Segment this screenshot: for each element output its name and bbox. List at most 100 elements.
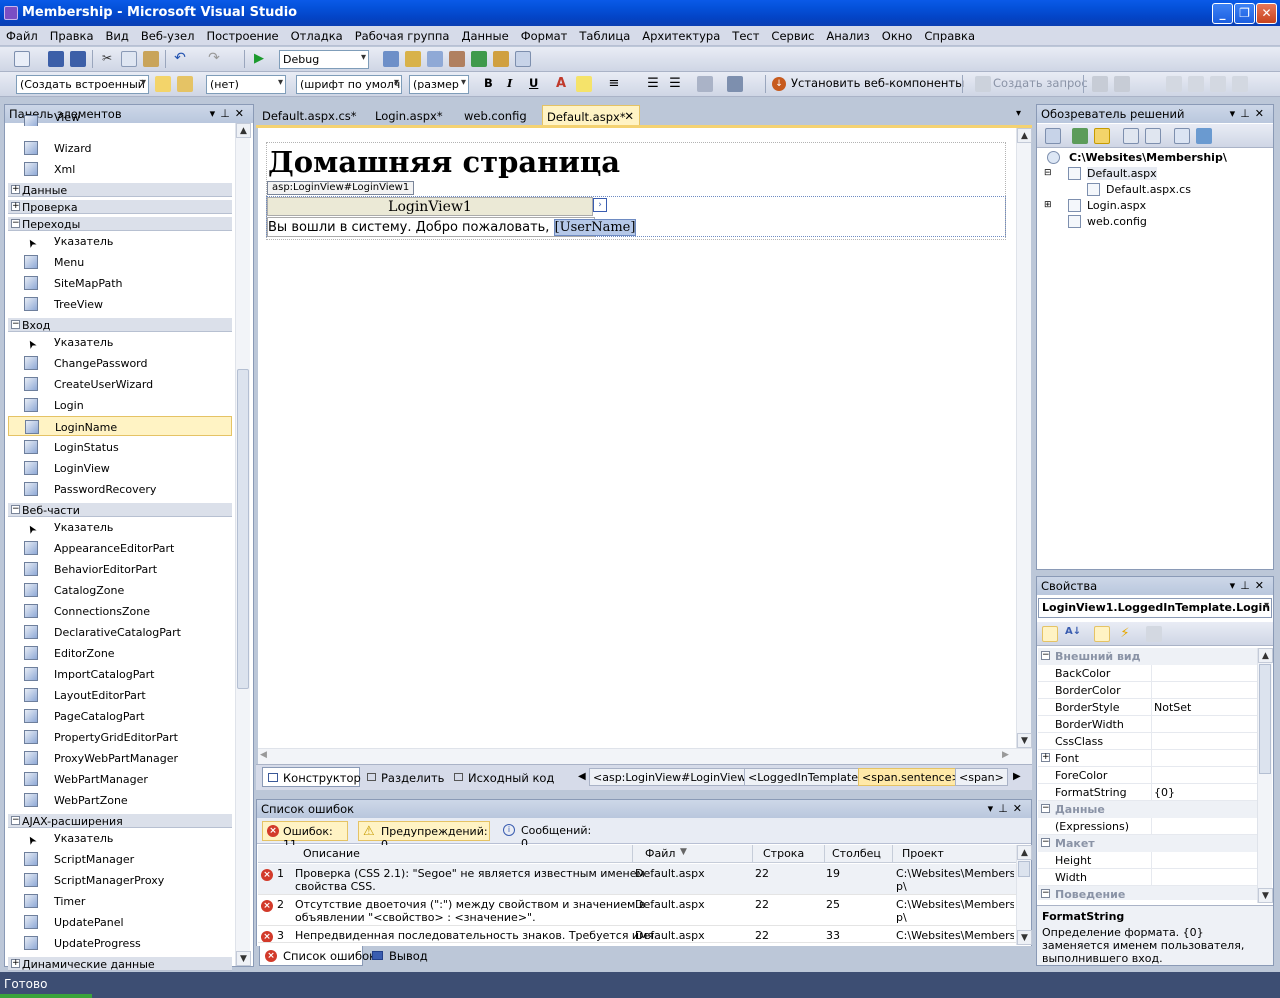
solution-node-default-cs[interactable]: Default.aspx.cs (1087, 183, 1191, 196)
error-row[interactable]: × 1 Проверка (CSS 2.1): "Segoe" не являетс… (258, 864, 1016, 895)
toolbox-item[interactable]: Wizard (8, 138, 232, 158)
toolbox-category[interactable]: − Вход (8, 317, 232, 332)
toolbox-item[interactable]: LayoutEditorPart (8, 685, 232, 705)
font-name-combo[interactable]: (шрифт по умолча (296, 75, 402, 94)
paste-icon[interactable] (143, 51, 159, 67)
designer-scroll-down[interactable]: ▼ (1017, 733, 1032, 748)
toolbox-category[interactable]: − Переходы (8, 216, 232, 231)
output-tab[interactable]: Вывод (372, 949, 428, 963)
solution-icon[interactable] (405, 51, 421, 67)
toolbox-item[interactable]: View (8, 112, 232, 126)
property-row[interactable]: Height (1038, 852, 1257, 869)
properties-object-combo[interactable]: LoginView1.LoggedInTemplate.LoginNa (1038, 598, 1272, 618)
style-apply-icon[interactable] (155, 76, 171, 92)
image-icon[interactable] (727, 76, 743, 92)
bullets-icon[interactable]: ☰ (645, 76, 661, 92)
toolbox-item[interactable]: ChangePassword (8, 353, 232, 373)
tab-default-aspx-cs[interactable]: Default.aspx.cs* (258, 105, 363, 125)
tab-default-aspx[interactable]: Default.aspx* ✕ (542, 105, 640, 125)
toolbox-item[interactable]: SiteMapPath (8, 273, 232, 293)
expand-toggle-icon[interactable]: − (1041, 651, 1050, 660)
numbering-icon[interactable]: ☰ (667, 76, 683, 92)
toolbox-scrollbar[interactable]: ▲ ▼ (235, 123, 251, 966)
scroll-thumb[interactable] (237, 369, 249, 689)
breadcrumb-loggedintemplate[interactable]: <LoggedInTemplate> (744, 768, 872, 786)
toolbox-item[interactable]: WebPartManager (8, 769, 232, 789)
block-format-combo[interactable]: (нет) (206, 75, 286, 94)
solution-root-node[interactable]: C:\Websites\Membership\ (1047, 151, 1227, 164)
toolbox-item[interactable]: EditorZone (8, 643, 232, 663)
expand-toggle-icon[interactable]: − (11, 219, 20, 228)
property-category[interactable]: − Внешний вид (1038, 648, 1257, 665)
expand-toggle-icon[interactable]: − (11, 816, 20, 825)
menu-item[interactable]: Вид (100, 26, 135, 43)
toolbox-item[interactable]: ScriptManagerProxy (8, 870, 232, 890)
error-panel-controls[interactable]: ▾⊥✕ (988, 802, 1027, 815)
expand-toggle-icon[interactable]: − (11, 505, 20, 514)
events-icon[interactable]: ⚡ (1117, 626, 1133, 642)
error-scroll-down[interactable]: ▼ (1017, 930, 1032, 945)
find-icon[interactable] (383, 51, 399, 67)
properties-view-icon[interactable] (1094, 626, 1110, 642)
toolbox-icon[interactable] (449, 51, 465, 67)
hscroll-left[interactable]: ◀ (260, 750, 267, 760)
object-browser-icon[interactable] (471, 51, 487, 67)
expand-toggle-icon[interactable]: + (11, 202, 20, 211)
toolbox-item[interactable]: PropertyGridEditorPart (8, 727, 232, 747)
tab-login-aspx[interactable]: Login.aspx* (371, 105, 449, 125)
tab-web-config[interactable]: web.config (460, 105, 533, 125)
error-list-scrollbar[interactable]: ▲ ▼ (1016, 845, 1032, 945)
toolbox-item[interactable]: Login (8, 395, 232, 415)
expand-minus-icon[interactable]: ⊟ (1044, 168, 1052, 178)
breadcrumb-left-icon[interactable]: ◀ (578, 771, 586, 782)
property-value[interactable]: {0} (1154, 786, 1175, 799)
property-row[interactable]: BorderWidth (1038, 716, 1257, 733)
toolbox-item[interactable]: Menu (8, 252, 232, 272)
undo-icon[interactable]: ↶ (172, 51, 188, 67)
property-category[interactable]: − Данные (1038, 801, 1257, 818)
design-surface[interactable]: Домашняя страница asp:LoginView#LoginVie… (258, 128, 1016, 748)
menu-item[interactable]: Сервис (765, 26, 820, 43)
split-view-tab[interactable]: Разделить (366, 771, 444, 785)
properties-scrollbar[interactable]: ▲ ▼ (1257, 648, 1273, 903)
expand-toggle-icon[interactable]: − (1041, 804, 1050, 813)
nest-files-icon[interactable] (1094, 128, 1110, 144)
menu-item[interactable]: Построение (200, 26, 284, 43)
maximize-button[interactable]: ❐ (1234, 3, 1255, 24)
toolbox-item[interactable]: PageCatalogPart (8, 706, 232, 726)
underline-button[interactable]: U (529, 76, 538, 90)
tab-list-dropdown-icon[interactable]: ▾ (1016, 108, 1021, 119)
toolbox-item[interactable]: UpdateProgress (8, 933, 232, 953)
font-size-combo[interactable]: (размер (409, 75, 469, 94)
breadcrumb-right-icon[interactable]: ▶ (1013, 771, 1021, 782)
bold-button[interactable]: B (484, 76, 493, 90)
property-value[interactable]: NotSet (1154, 701, 1191, 714)
style-manage-icon[interactable] (177, 76, 193, 92)
toolbox-item[interactable]: WebPartZone (8, 790, 232, 810)
copy-website-icon[interactable] (1174, 128, 1190, 144)
hscroll-right[interactable]: ▶ (1002, 750, 1009, 760)
designer-scroll-up[interactable]: ▲ (1017, 128, 1032, 143)
menu-item[interactable]: Архитектура (636, 26, 726, 43)
breadcrumb-loginview[interactable]: <asp:LoginView#LoginView1> (589, 768, 767, 786)
view-designer-icon[interactable] (1145, 128, 1161, 144)
menu-item[interactable]: Справка (918, 26, 981, 43)
property-row[interactable]: + Font (1038, 750, 1257, 767)
loginname-control[interactable]: [UserName] (553, 219, 637, 236)
expand-toggle-icon[interactable]: + (11, 959, 20, 968)
toolbox-item[interactable]: Xml (8, 159, 232, 179)
toolbox-item[interactable]: LoginName (8, 416, 232, 436)
errors-filter-button[interactable]: ×Ошибок: 11 (262, 821, 348, 851)
menu-item[interactable]: Таблица (573, 26, 636, 43)
class-view-icon[interactable] (493, 51, 509, 67)
toolbox-category[interactable]: + Динамические данные (8, 956, 232, 971)
toolbox-item[interactable]: ProxyWebPartManager (8, 748, 232, 768)
error-scroll-up[interactable]: ▲ (1017, 845, 1032, 860)
property-row[interactable]: ForeColor (1038, 767, 1257, 784)
view-code-icon[interactable] (1123, 128, 1139, 144)
copy-icon[interactable] (121, 51, 137, 67)
properties-window-icon[interactable] (427, 51, 443, 67)
toolbox-item[interactable]: CatalogZone (8, 580, 232, 600)
expand-toggle-icon[interactable]: + (1041, 753, 1050, 762)
solution-node-default-aspx[interactable]: Default.aspx (1068, 167, 1157, 180)
